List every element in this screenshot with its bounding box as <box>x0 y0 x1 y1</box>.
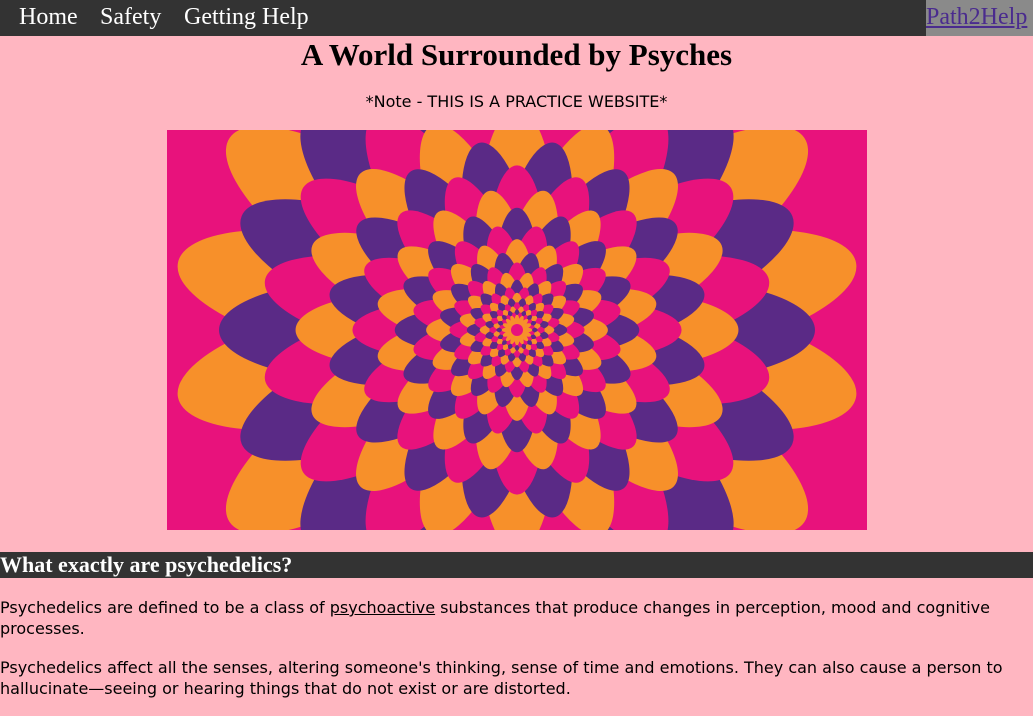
practice-note: *Note - THIS IS A PRACTICE WEBSITE* <box>365 92 668 111</box>
page-title: A World Surrounded by Psyches <box>300 37 733 72</box>
brand-box: Path2Help <box>926 0 1033 36</box>
section-heading: What exactly are psychedelics? <box>0 552 1033 578</box>
paragraph-effects: Psychedelics affect all the senses, alte… <box>0 658 1003 698</box>
psychoactive-link[interactable]: psychoactive <box>330 598 435 617</box>
paragraph-definition-start: Psychedelics are defined to be a class o… <box>0 598 330 617</box>
nav-getting-help-link[interactable]: Getting Help <box>184 1 309 33</box>
paragraph-definition: Psychedelics are defined to be a class o… <box>0 597 1033 639</box>
hero-psychedelic-image <box>167 130 867 530</box>
hero-petals <box>177 130 857 530</box>
top-nav: Home Safety Getting Help Path2Help <box>0 0 1033 36</box>
nav-safety-link[interactable]: Safety <box>100 1 161 33</box>
nav-home-link[interactable]: Home <box>19 1 78 33</box>
hero-center <box>511 324 523 336</box>
brand-link[interactable]: Path2Help <box>926 1 1027 33</box>
